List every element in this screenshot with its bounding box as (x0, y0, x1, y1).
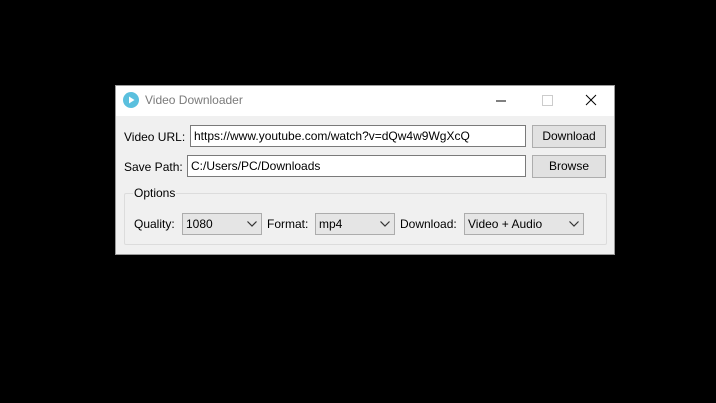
minimize-button[interactable] (478, 86, 524, 116)
close-icon (585, 94, 597, 106)
quality-label: Quality: (134, 217, 175, 231)
window-title: Video Downloader (145, 93, 243, 107)
format-select[interactable]: mp4 (315, 213, 395, 235)
maximize-icon (542, 95, 553, 106)
title-bar[interactable]: Video Downloader (116, 86, 614, 116)
download-button[interactable]: Download (532, 125, 606, 148)
options-group-title: Options (133, 186, 177, 200)
browse-button[interactable]: Browse (532, 155, 606, 178)
download-type-select[interactable]: Video + Audio (464, 213, 584, 235)
save-path-label: Save Path: (124, 160, 183, 174)
chevron-down-icon (569, 221, 579, 227)
minimize-icon (496, 100, 506, 102)
play-circle-icon (123, 92, 139, 108)
format-selected-value: mp4 (319, 217, 343, 231)
save-path-input[interactable]: C:/Users/PC/Downloads (187, 155, 526, 177)
video-url-label: Video URL: (124, 130, 186, 144)
download-type-selected-value: Video + Audio (468, 217, 543, 231)
video-url-input[interactable]: https://www.youtube.com/watch?v=dQw4w9Wg… (190, 125, 526, 147)
app-window: Video Downloader Video URL: https://www. (115, 85, 615, 255)
quality-selected-value: 1080 (186, 217, 213, 231)
format-label: Format: (267, 217, 309, 231)
chevron-down-icon (380, 221, 390, 227)
download-type-label: Download: (400, 217, 457, 231)
maximize-button[interactable] (524, 86, 570, 116)
chevron-down-icon (247, 221, 257, 227)
desktop-background: Video Downloader Video URL: https://www. (0, 0, 716, 403)
close-button[interactable] (568, 86, 614, 116)
quality-select[interactable]: 1080 (182, 213, 262, 235)
